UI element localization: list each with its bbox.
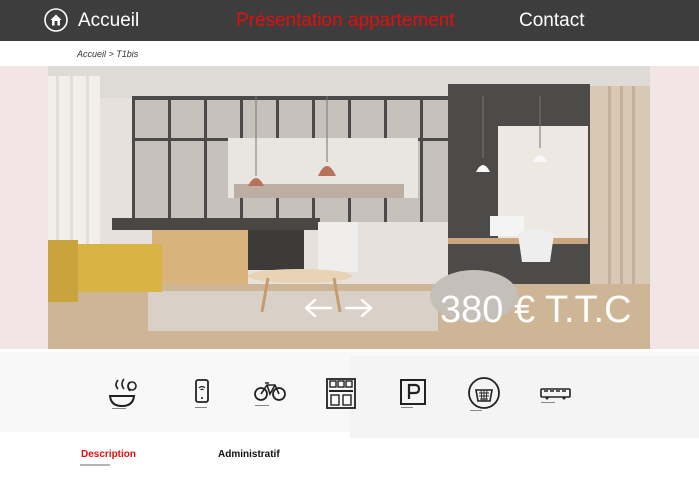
arrow-right-icon[interactable] bbox=[344, 296, 374, 320]
arrow-left-icon[interactable] bbox=[303, 296, 333, 320]
tab-administratif[interactable]: Administratif bbox=[218, 449, 280, 460]
price-label: 380 € T.T.C bbox=[440, 289, 632, 331]
nav-presentation-link[interactable]: Présentation appartement bbox=[236, 0, 455, 41]
nav-contact-link[interactable]: Contact bbox=[519, 0, 584, 41]
tab-description[interactable]: Description bbox=[81, 449, 136, 460]
bicycle-icon bbox=[254, 382, 286, 406]
breadcrumb-separator: > bbox=[106, 49, 117, 59]
phone-wifi-icon bbox=[195, 379, 209, 408]
breadcrumb: Accueil > T1bis bbox=[77, 49, 138, 59]
nav-home-link[interactable]: Accueil bbox=[78, 0, 139, 41]
home-circle-icon[interactable] bbox=[44, 8, 68, 32]
active-tab-indicator bbox=[80, 464, 110, 466]
parking-icon bbox=[400, 379, 426, 408]
top-navbar: Accueil Présentation appartement Contact bbox=[0, 0, 699, 41]
breadcrumb-current: T1bis bbox=[116, 49, 139, 59]
breadcrumb-home-link[interactable]: Accueil bbox=[77, 49, 106, 59]
bus-icon bbox=[540, 388, 571, 403]
kitchen-icon bbox=[108, 378, 137, 409]
laundry-basket-icon bbox=[468, 377, 500, 411]
appliances-icon bbox=[326, 378, 356, 409]
